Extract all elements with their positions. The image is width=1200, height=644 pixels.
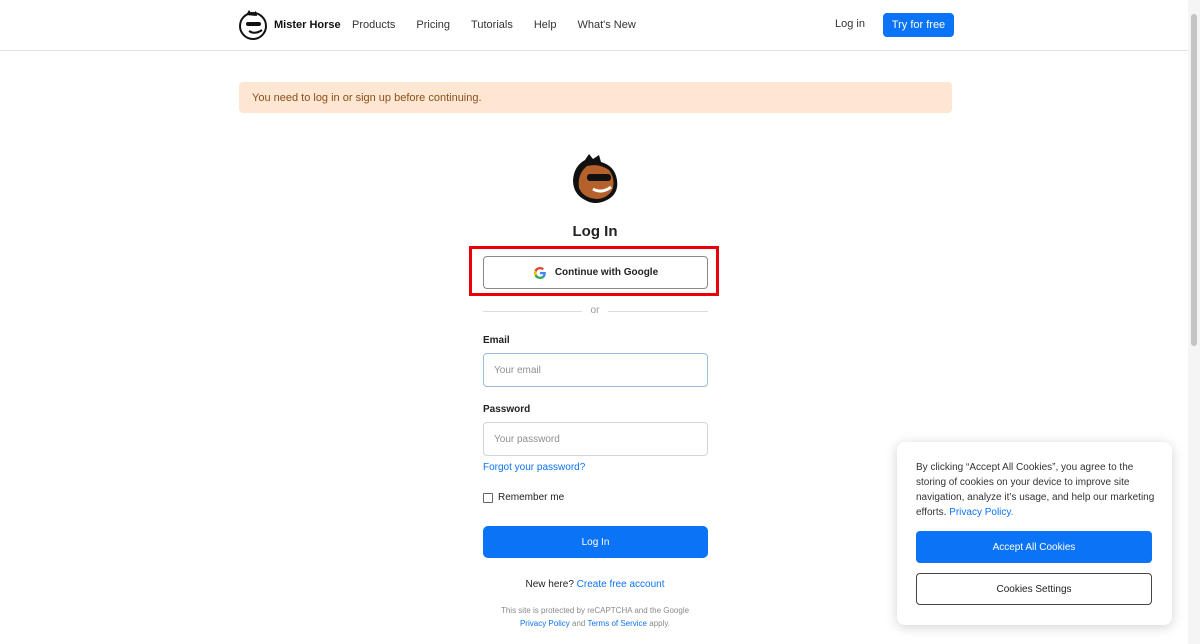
- divider-line-right: [608, 311, 708, 312]
- page-scrollbar[interactable]: [1188, 0, 1200, 644]
- nav-pricing[interactable]: Pricing: [416, 19, 450, 31]
- recaptcha-and: and: [572, 619, 586, 628]
- cookie-text-block: By clicking “Accept All Cookies”, you ag…: [916, 460, 1156, 520]
- continue-with-google-button[interactable]: Continue with Google: [483, 256, 708, 289]
- main-nav: Products Pricing Tutorials Help What's N…: [352, 0, 657, 50]
- remember-me-checkbox[interactable]: [483, 492, 493, 503]
- google-button-label: Continue with Google: [554, 267, 659, 278]
- password-label: Password: [483, 404, 531, 415]
- remember-me-row: Remember me: [483, 492, 564, 503]
- google-icon: [533, 266, 546, 279]
- recaptcha-text: This site is protected by reCAPTCHA and …: [500, 606, 690, 615]
- horse-logo-icon: [239, 10, 267, 40]
- email-label: Email: [483, 335, 510, 346]
- try-for-free-button[interactable]: Try for free: [883, 13, 954, 37]
- nav-tutorials[interactable]: Tutorials: [471, 19, 513, 31]
- brand-name: Mister Horse: [274, 19, 341, 31]
- horse-mascot-icon: [573, 154, 618, 203]
- scrollbar-thumb[interactable]: [1191, 14, 1197, 346]
- login-title: Log In: [572, 223, 618, 240]
- nav-help[interactable]: Help: [534, 19, 557, 31]
- login-submit-button[interactable]: Log In: [483, 526, 708, 558]
- login-required-alert: You need to log in or sign up before con…: [239, 82, 952, 113]
- cookies-settings-button[interactable]: Cookies Settings: [916, 573, 1152, 605]
- divider-or: or: [590, 305, 600, 316]
- recaptcha-privacy-link[interactable]: Privacy Policy: [520, 619, 570, 628]
- divider-line-left: [483, 311, 582, 312]
- top-navbar: Mister Horse Products Pricing Tutorials …: [0, 0, 1188, 51]
- nav-products[interactable]: Products: [352, 19, 395, 31]
- nav-whats-new[interactable]: What's New: [577, 19, 635, 31]
- brand-logo-link[interactable]: Mister Horse: [237, 9, 341, 41]
- new-here-text: New here?: [525, 579, 574, 590]
- cookie-consent-banner: By clicking “Accept All Cookies”, you ag…: [897, 442, 1172, 625]
- remember-me-label: Remember me: [498, 492, 565, 503]
- email-input[interactable]: [483, 353, 708, 387]
- password-input[interactable]: [483, 422, 708, 456]
- header-login-link[interactable]: Log in: [835, 18, 865, 30]
- create-account-link[interactable]: Create free account: [577, 579, 665, 590]
- cookie-privacy-link[interactable]: Privacy Policy.: [949, 507, 1013, 518]
- recaptcha-apply: apply.: [649, 619, 671, 628]
- accept-all-cookies-button[interactable]: Accept All Cookies: [916, 531, 1152, 563]
- recaptcha-terms-link[interactable]: Terms of Service: [587, 619, 647, 628]
- forgot-password-link[interactable]: Forgot your password?: [483, 462, 585, 473]
- alert-message: You need to log in or sign up before con…: [252, 91, 482, 104]
